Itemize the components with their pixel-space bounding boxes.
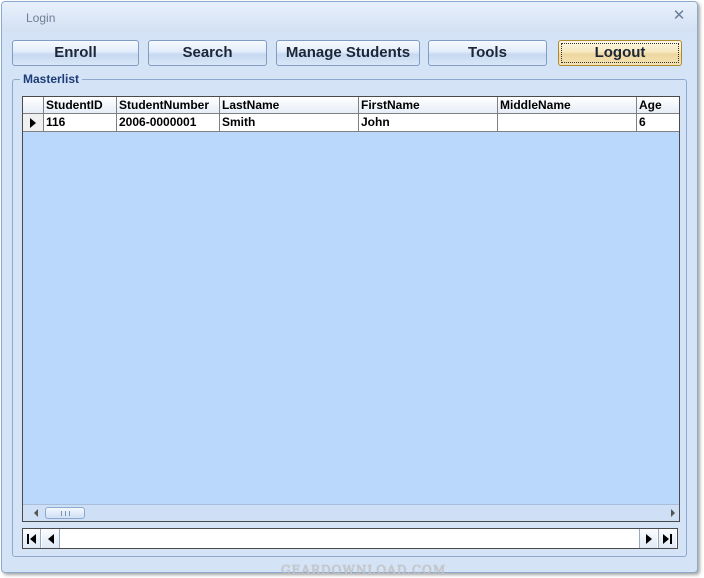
- cell-middlename[interactable]: [498, 114, 637, 131]
- cell-studentid[interactable]: 116: [44, 114, 117, 131]
- close-icon[interactable]: ✕: [671, 8, 687, 24]
- previous-record-icon: [48, 534, 54, 544]
- window-title: Login: [26, 11, 56, 25]
- masterlist-label: Masterlist: [20, 72, 83, 86]
- column-header-age[interactable]: Age: [637, 97, 679, 113]
- scroll-right-icon[interactable]: [671, 509, 675, 517]
- search-button[interactable]: Search: [148, 40, 267, 66]
- column-header-firstname[interactable]: FirstName: [359, 97, 498, 113]
- previous-record-button[interactable]: [42, 529, 60, 548]
- cell-studentnumber[interactable]: 2006-0000001: [117, 114, 220, 131]
- horizontal-scrollbar[interactable]: [23, 504, 679, 521]
- column-header-studentnumber[interactable]: StudentNumber: [117, 97, 220, 113]
- grid-header: StudentID StudentNumber LastName FirstNa…: [23, 97, 679, 114]
- cell-lastname[interactable]: Smith: [220, 114, 359, 131]
- record-navigator: [22, 528, 678, 549]
- logout-button[interactable]: Logout: [558, 40, 682, 66]
- enroll-button[interactable]: Enroll: [12, 40, 139, 66]
- manage-students-button[interactable]: Manage Students: [276, 40, 420, 66]
- cell-age[interactable]: 6: [637, 114, 679, 131]
- login-window: Login ✕ Enroll Search Manage Students To…: [1, 1, 698, 573]
- last-record-button[interactable]: [658, 529, 676, 548]
- watermark: GEARDOWNLOAD.COM: [281, 563, 447, 577]
- last-record-icon: [663, 534, 669, 544]
- header-corner[interactable]: [23, 97, 44, 113]
- next-record-button[interactable]: [639, 529, 657, 548]
- column-header-lastname[interactable]: LastName: [220, 97, 359, 113]
- first-record-bar-icon: [27, 534, 29, 544]
- last-record-bar-icon: [670, 534, 672, 544]
- table-row[interactable]: 116 2006-0000001 Smith John 6: [23, 114, 679, 132]
- grip-icon: [61, 511, 70, 516]
- current-row-arrow-icon: [30, 118, 36, 128]
- next-record-icon: [646, 534, 652, 544]
- cell-firstname[interactable]: John: [359, 114, 498, 131]
- tools-button[interactable]: Tools: [428, 40, 547, 66]
- first-record-button[interactable]: [23, 529, 41, 548]
- masterlist-grid[interactable]: StudentID StudentNumber LastName FirstNa…: [22, 96, 680, 522]
- scroll-left-icon[interactable]: [34, 509, 38, 517]
- first-record-icon: [30, 534, 36, 544]
- column-header-middlename[interactable]: MiddleName: [498, 97, 637, 113]
- scroll-thumb[interactable]: [45, 507, 85, 519]
- column-header-studentid[interactable]: StudentID: [44, 97, 117, 113]
- title-bar[interactable]: Login ✕: [2, 2, 697, 32]
- row-selector[interactable]: [23, 114, 44, 131]
